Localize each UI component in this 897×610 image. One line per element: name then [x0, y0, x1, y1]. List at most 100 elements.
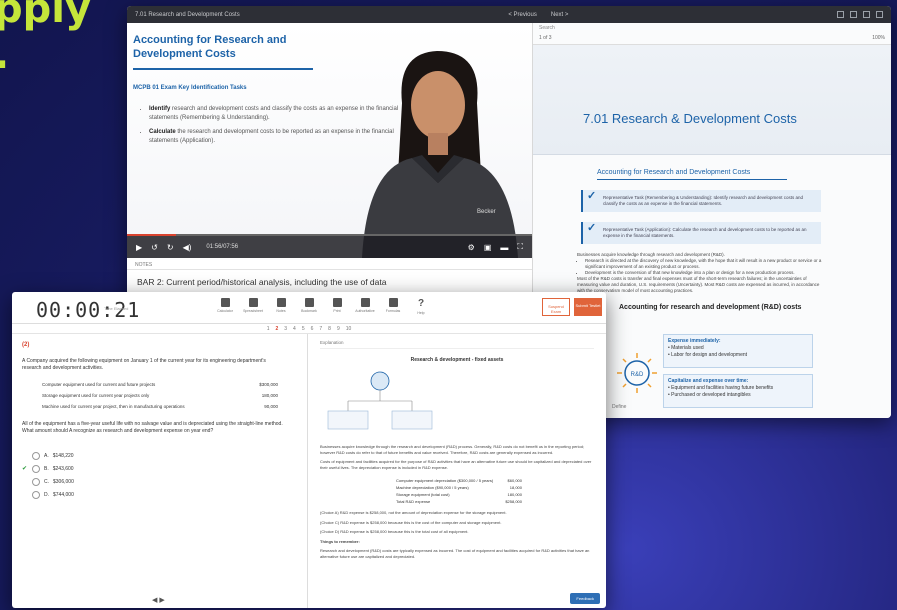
qnav-item[interactable]: 1	[267, 326, 270, 332]
question-table: Computer equipment used for current and …	[40, 378, 280, 413]
explanation-title: Research & development - fixed assets	[410, 357, 504, 363]
doc-heading: 7.01 Research & Development Costs	[583, 111, 797, 126]
formulas-tool[interactable]: Formulas	[386, 298, 400, 318]
qnav-item[interactable]: 7	[319, 326, 322, 332]
table-row: Storage equipment used for current year …	[42, 393, 278, 398]
bookmark-icon[interactable]	[836, 11, 844, 18]
close-icon[interactable]	[875, 11, 883, 18]
doc-paragraph: Businesses acquire knowledge through res…	[577, 252, 827, 294]
rd-graphic-title: Accounting for research and development …	[619, 304, 802, 311]
book-icon	[360, 298, 370, 307]
suspend-button[interactable]: Suspend Exam	[542, 298, 570, 316]
bookmark-tool[interactable]: Bookmark	[301, 298, 317, 318]
check-icon: ✓	[587, 222, 597, 234]
choice-note: (Choice D) R&D expense is $258,000 becau…	[320, 529, 469, 534]
qnav-item[interactable]: 4	[293, 326, 296, 332]
print-tool[interactable]: Print	[330, 298, 344, 318]
question-prompt: All of the equipment has a five-year use…	[22, 421, 283, 434]
pip-icon[interactable]: ▬	[500, 243, 508, 252]
qnav-item[interactable]: 6	[311, 326, 314, 332]
radio-icon	[32, 477, 40, 486]
answer-choice-d[interactable]: D. $744,000	[22, 488, 297, 501]
doc-zoom[interactable]: 100%	[872, 35, 885, 42]
explanation-header: Explanation	[320, 340, 594, 349]
print-icon	[332, 298, 342, 307]
presenter-image: Becker	[362, 51, 518, 258]
notes-tool[interactable]: Notes	[274, 298, 288, 318]
authoritative-tool[interactable]: Authoritative	[355, 298, 375, 318]
rd-center-label: R&D	[631, 372, 644, 378]
doc-footer-label: Define	[612, 404, 627, 410]
radio-icon	[32, 451, 40, 460]
capitalize-box: Capitalize and expense over time: • Equi…	[663, 374, 813, 408]
radio-icon	[32, 490, 40, 499]
next-button[interactable]: Next >	[551, 12, 569, 18]
course-window-title: 7.01 Research and Development Costs	[135, 11, 240, 18]
video-player[interactable]: Accounting for Research and Development …	[127, 23, 532, 258]
qnav-item-current[interactable]: 2	[275, 326, 278, 332]
objective-box: ✓ Representative Task (Application): Cal…	[581, 222, 821, 244]
settings-icon[interactable]: ⚙	[468, 243, 475, 252]
table-row: Machine used for current year project, t…	[42, 404, 278, 409]
help-tool[interactable]: ? Help	[414, 298, 428, 318]
hero-line-1: pply	[0, 0, 92, 32]
answer-choice-b[interactable]: ✔ B. $243,600	[22, 462, 297, 475]
spreadsheet-tool[interactable]: Spreadsheet	[243, 298, 263, 318]
volume-icon[interactable]: ◀)	[183, 243, 192, 252]
previous-button[interactable]: < Previous	[508, 12, 537, 18]
correct-check-icon: ✔	[22, 466, 28, 472]
choice-note: (Choice C) R&D expense is $258,000 becau…	[320, 519, 502, 525]
explanation-text-2: Costs of equipment and facilities acquir…	[320, 459, 592, 470]
table-row: Storage equipment (total cost) 180,000	[396, 492, 522, 497]
qnav-item[interactable]: 10	[346, 326, 352, 332]
spreadsheet-icon	[248, 298, 258, 307]
takeaway-text: Research and development (R&D) costs are…	[320, 548, 590, 559]
doc-search[interactable]: Search	[533, 23, 891, 33]
explanation-pane: Explanation Research & development - fix…	[308, 334, 606, 608]
qnav-item[interactable]: 5	[302, 326, 305, 332]
play-icon[interactable]: ▶	[136, 243, 142, 252]
bookmark-icon	[304, 298, 314, 307]
answer-choice-c[interactable]: C. $306,000	[22, 475, 297, 488]
notes-tab[interactable]: NOTES	[127, 258, 532, 270]
explanation-table: Computer equipment depreciation ($300,00…	[394, 476, 524, 506]
submit-button[interactable]: Submit Testlet	[574, 298, 602, 316]
question-navigator: 1 2 3 4 5 6 7 8 9 10	[12, 324, 606, 334]
qnav-item[interactable]: 8	[328, 326, 331, 332]
expense-box: Expense immediately: • Materials used • …	[663, 334, 813, 368]
doc-list-item: Research is directed at the discovery of…	[585, 258, 827, 270]
slide-divider	[133, 68, 313, 70]
question-text: A Company acquired the following equipme…	[22, 358, 266, 371]
radio-icon	[32, 464, 40, 473]
rd-diagram	[327, 371, 433, 430]
captions-icon[interactable]: ▣	[484, 243, 492, 252]
hero-headline: pply .	[0, 0, 91, 78]
slide-title: Accounting for Research and Development …	[133, 34, 287, 60]
qnav-item[interactable]: 9	[337, 326, 340, 332]
takeaway-title: Things to remember:	[320, 538, 360, 544]
calculator-icon	[220, 298, 230, 307]
help-icon: ?	[417, 298, 425, 309]
presenter-badge: Becker	[477, 209, 496, 215]
question-pane: (2) A Company acquired the following equ…	[12, 334, 308, 608]
table-row: Computer equipment used for current and …	[42, 382, 278, 387]
question-number[interactable]: (2)	[22, 342, 297, 348]
rewind-icon[interactable]: ↺	[151, 243, 158, 252]
check-icon: ✓	[587, 190, 597, 202]
table-row: Total R&D expense $258,000	[396, 499, 522, 504]
answer-choices: A. $148,220 ✔ B. $243,600 C. $306,000 D. $744…	[22, 449, 297, 501]
fullscreen-icon[interactable]: ⛶	[517, 242, 523, 252]
feedback-button[interactable]: Feedback	[570, 593, 600, 604]
forward-icon[interactable]: ↻	[167, 243, 174, 252]
rd-lightbulb-icon: R&D	[617, 353, 657, 393]
calculator-tool[interactable]: Calculator	[217, 298, 233, 318]
answer-choice-a[interactable]: A. $148,220	[22, 449, 297, 462]
expand-icon[interactable]	[862, 11, 870, 18]
qnav-item[interactable]: 3	[284, 326, 287, 332]
notes-icon[interactable]	[849, 11, 857, 18]
doc-page-label: 1 of 3	[539, 35, 552, 41]
pager-arrows[interactable]: ◀ ▶	[152, 596, 165, 604]
doc-header-band: 7.01 Research & Development Costs	[533, 45, 891, 155]
course-titlebar: 7.01 Research and Development Costs < Pr…	[127, 6, 891, 23]
table-row: Computer equipment depreciation ($300,00…	[396, 478, 522, 483]
